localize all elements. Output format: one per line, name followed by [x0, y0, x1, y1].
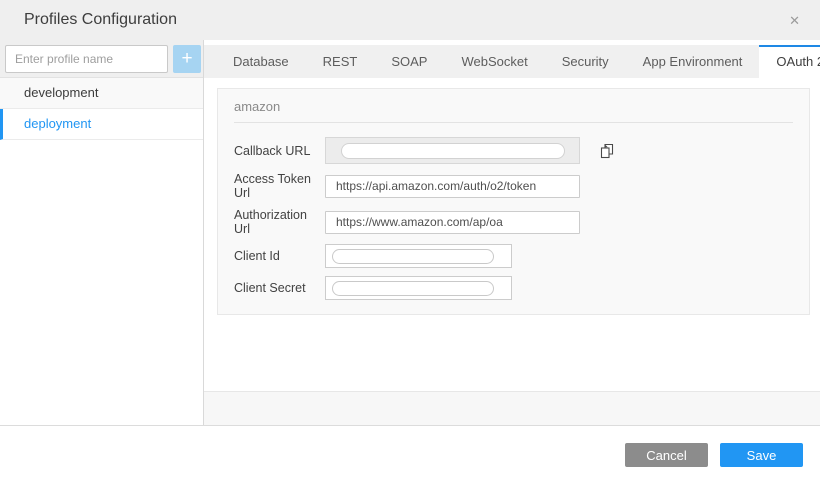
close-icon[interactable]: ✕ [783, 10, 806, 31]
oauth-tab-content: amazon Callback URL [204, 78, 820, 391]
sidebar-item-development[interactable]: development [0, 78, 203, 109]
callback-url-field[interactable] [325, 137, 580, 164]
dialog-action-bar: Cancel Save [0, 426, 820, 484]
client-id-input[interactable] [325, 244, 512, 268]
client-id-label: Client Id [234, 249, 325, 263]
redacted-value-pill [332, 281, 494, 296]
cancel-button[interactable]: Cancel [625, 443, 708, 467]
save-button[interactable]: Save [720, 443, 803, 467]
content-footer-strip [204, 391, 820, 425]
tab-app-environment[interactable]: App Environment [626, 45, 760, 78]
tab-bar: Database REST SOAP WebSocket Security Ap… [204, 45, 820, 78]
sidebar-add-profile-section: + [0, 40, 203, 78]
authorization-url-label: Authorization Url [234, 208, 325, 236]
profile-list: development deployment [0, 78, 203, 140]
add-profile-button[interactable]: + [173, 45, 201, 73]
tab-database[interactable]: Database [216, 45, 306, 78]
access-token-url-input[interactable] [325, 175, 580, 198]
field-row-authorization-url: Authorization Url [234, 208, 793, 236]
oauth-form: Callback URL [234, 137, 793, 300]
section-title: amazon [234, 99, 793, 114]
field-row-client-secret: Client Secret [234, 276, 793, 300]
client-secret-label: Client Secret [234, 281, 325, 295]
authorization-url-input[interactable] [325, 211, 580, 234]
field-row-access-token-url: Access Token Url [234, 172, 793, 200]
profile-content: Database REST SOAP WebSocket Security Ap… [204, 40, 820, 425]
amazon-oauth-panel: amazon Callback URL [217, 88, 810, 315]
copy-icon [597, 141, 617, 161]
section-divider [234, 122, 793, 123]
tab-oauth-2-0[interactable]: OAuth 2.0 [759, 45, 820, 78]
sidebar-item-deployment[interactable]: deployment [0, 109, 203, 140]
dialog-header: Profiles Configuration ✕ [0, 0, 820, 40]
field-row-client-id: Client Id [234, 244, 793, 268]
copy-callback-url-button[interactable] [596, 140, 618, 162]
tab-rest[interactable]: REST [306, 45, 375, 78]
tab-security[interactable]: Security [545, 45, 626, 78]
profiles-sidebar: + development deployment [0, 40, 204, 425]
dialog-title: Profiles Configuration [24, 11, 177, 29]
redacted-value-pill [332, 249, 494, 264]
profiles-configuration-dialog: Profiles Configuration ✕ + development d… [0, 0, 820, 484]
callback-url-label: Callback URL [234, 144, 325, 158]
tab-soap[interactable]: SOAP [374, 45, 444, 78]
dialog-body: + development deployment Database REST S… [0, 40, 820, 426]
redacted-value-pill [341, 143, 565, 159]
profile-name-input[interactable] [5, 45, 168, 73]
access-token-url-label: Access Token Url [234, 172, 325, 200]
client-secret-input[interactable] [325, 276, 512, 300]
field-row-callback-url: Callback URL [234, 137, 793, 164]
tab-websocket[interactable]: WebSocket [444, 45, 544, 78]
